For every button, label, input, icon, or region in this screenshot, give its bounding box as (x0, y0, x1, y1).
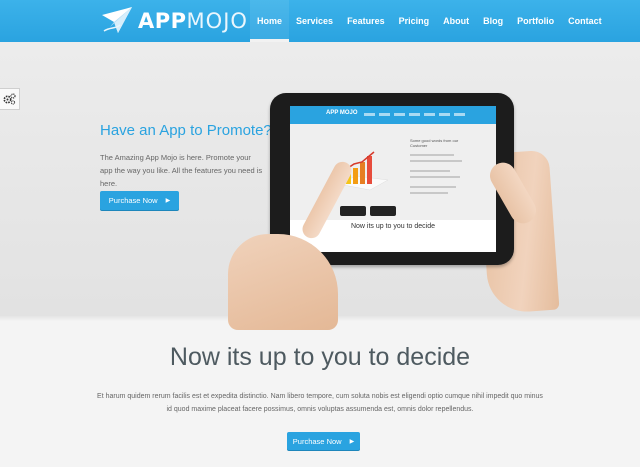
screen-text-line (410, 186, 456, 188)
nav-portfolio[interactable]: Portfolio (510, 0, 561, 42)
chevron-right-icon: ▶ (349, 438, 355, 445)
screen-text-line (410, 160, 462, 162)
nav-features[interactable]: Features (340, 0, 392, 42)
nav-services[interactable]: Services (289, 0, 340, 42)
hero-purchase-label: Purchase Now (108, 196, 158, 205)
nav-pricing[interactable]: Pricing (392, 0, 437, 42)
screen-text-line (410, 154, 454, 156)
section-title: Now its up to you to decide (169, 343, 471, 371)
gears-icon (3, 93, 16, 105)
section-purchase-button[interactable]: Purchase Now ▶ (287, 432, 360, 450)
screen-text-line (410, 176, 460, 178)
section-purchase-label: Purchase Now (292, 436, 342, 446)
main-nav: Home Services Features Pricing About Blo… (250, 0, 609, 42)
nav-blog[interactable]: Blog (476, 0, 510, 42)
hero-title: Have an App to Promote? (100, 122, 272, 139)
screen-nav (364, 113, 469, 116)
logo-text-app: APP (138, 9, 187, 33)
settings-toggle[interactable] (0, 88, 20, 110)
chevron-right-icon: ▶ (165, 198, 171, 204)
screen-logo: APP MOJO (326, 110, 358, 116)
hero-description: The Amazing App Mojo is here. Promote yo… (100, 153, 263, 188)
hero-purchase-button[interactable]: Purchase Now ▶ (100, 191, 179, 210)
nav-contact[interactable]: Contact (561, 0, 609, 42)
app-store-badge (370, 206, 396, 216)
paper-plane-icon (102, 7, 132, 33)
site-header: APPMOJO Home Services Features Pricing A… (0, 0, 640, 42)
screen-text-line (410, 192, 448, 194)
section-text: Et harum quidem rerum facilis est et exp… (97, 393, 543, 413)
screen-header: APP MOJO (290, 106, 496, 124)
google-play-badge (340, 206, 366, 216)
screen-text-line (410, 170, 450, 172)
nav-home[interactable]: Home (250, 0, 290, 42)
nav-about[interactable]: About (436, 0, 476, 42)
logo-text: APPMOJO (138, 9, 248, 33)
logo-text-mojo: MOJO (186, 9, 248, 33)
logo[interactable]: APPMOJO (100, 4, 248, 36)
screen-headline: Some good words from our Customer (410, 138, 459, 148)
